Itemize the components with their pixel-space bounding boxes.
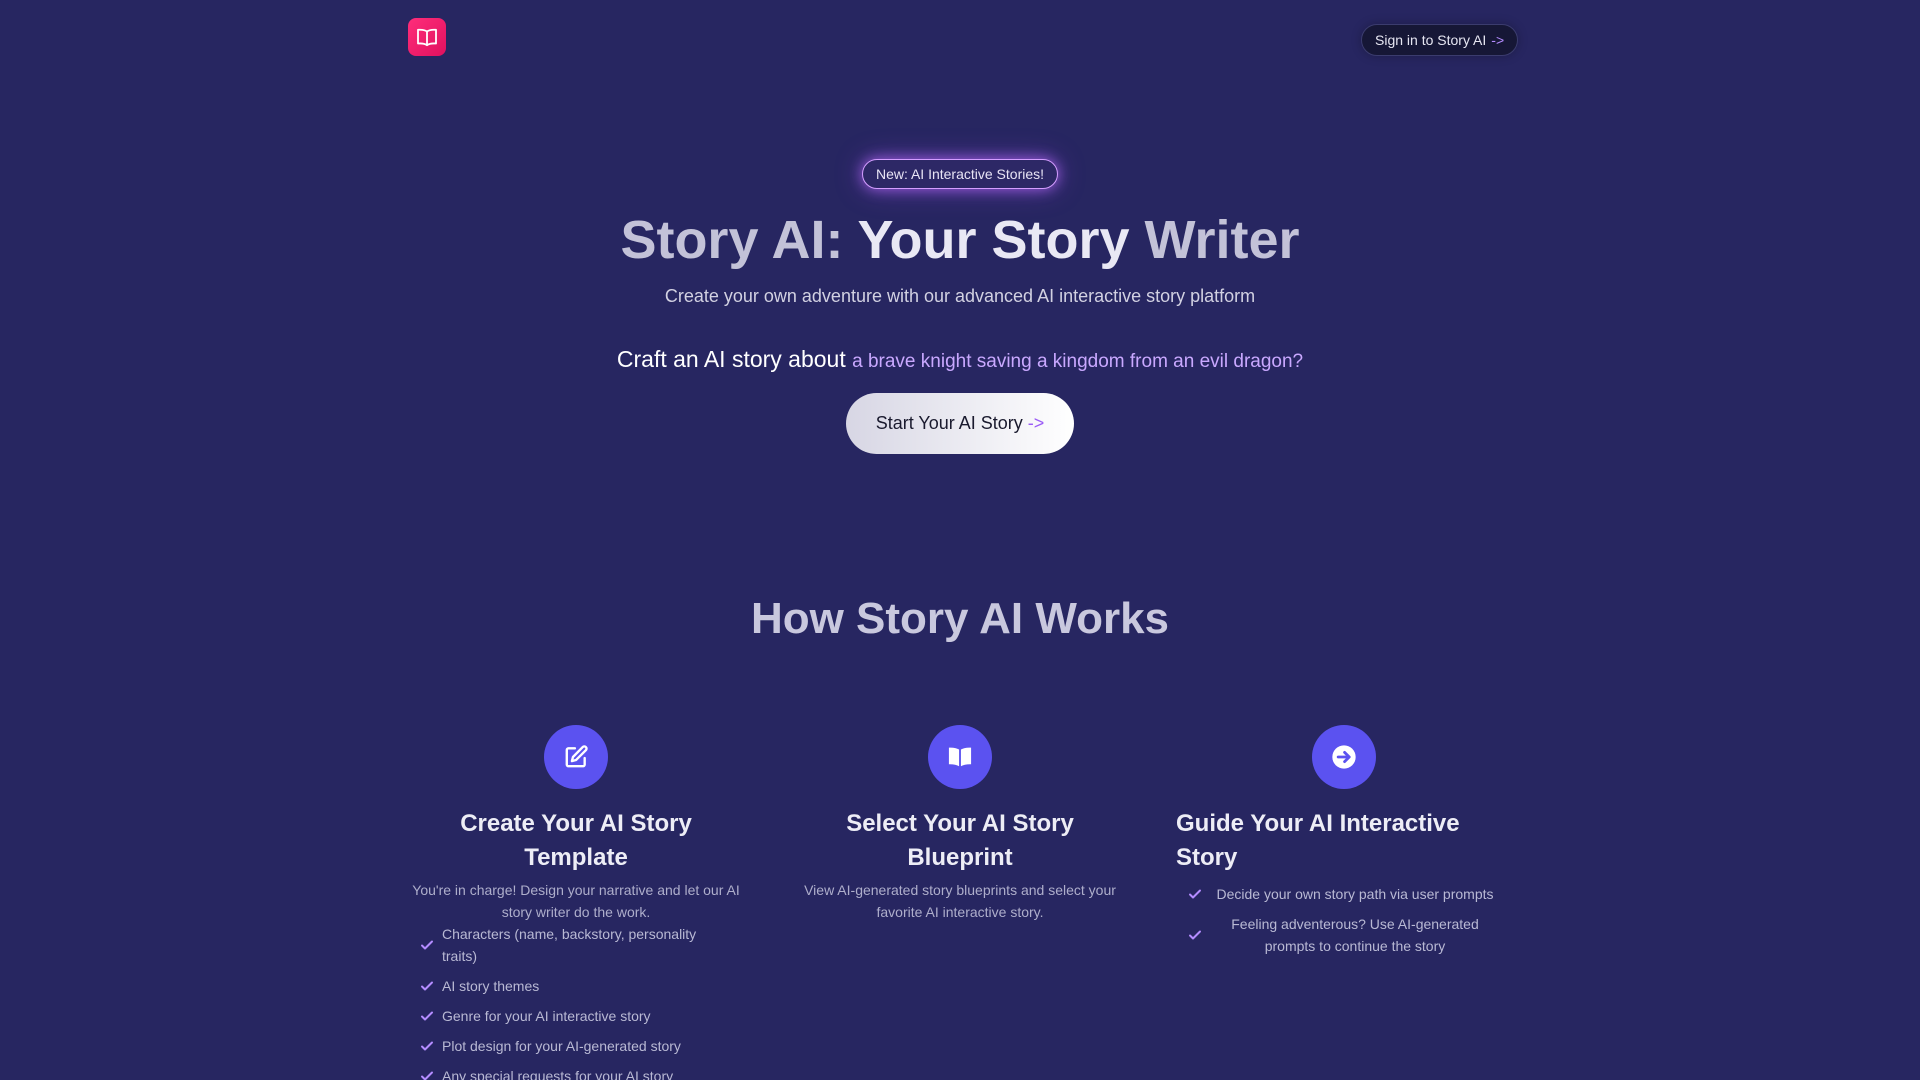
craft-prompt: Craft an AI story about a brave knight s… [0, 346, 1920, 373]
open-book-icon [417, 28, 437, 47]
how-it-works-title: How Story AI Works [750, 594, 1170, 643]
badge-row: New: AI Interactive Stories! [0, 159, 1920, 189]
step-create-template: Create Your AI Story Template You're in … [408, 725, 744, 1080]
feature-list: Characters (name, backstory, personality… [408, 923, 744, 1080]
list-item: Characters (name, backstory, personality… [408, 923, 744, 967]
start-story-label: Start Your AI Story [875, 413, 1023, 433]
list-item: Any special requests for your AI story [408, 1065, 744, 1080]
list-item: Decide your own story path via user prom… [1176, 883, 1512, 905]
logo[interactable] [408, 18, 446, 56]
check-icon [420, 1009, 434, 1023]
start-story-button[interactable]: Start Your AI Story -> [846, 393, 1074, 454]
list-item: Feeling adventerous? Use AI-generated pr… [1176, 913, 1512, 957]
step-select-blueprint: Select Your AI Story Blueprint View AI-g… [792, 725, 1128, 923]
step-icon-circle [544, 725, 608, 789]
craft-prefix: Craft an AI story about [616, 346, 846, 372]
list-item-text: Decide your own story path via user prom… [1216, 886, 1494, 902]
list-item-text: Characters (name, backstory, personality… [442, 926, 697, 964]
step-title: Guide Your AI Interactive Story [1176, 810, 1460, 871]
craft-topic: a brave knight saving a kingdom from an … [852, 351, 1304, 372]
check-icon [420, 938, 434, 952]
edit-square-icon [565, 745, 588, 768]
step-description: You're in charge! Design your narrative … [412, 882, 740, 920]
new-feature-badge: New: AI Interactive Stories! [861, 159, 1059, 189]
check-icon [420, 1039, 434, 1053]
list-item: Plot design for your AI-generated story [408, 1035, 744, 1057]
check-icon [1188, 928, 1202, 942]
open-book-icon [948, 747, 972, 767]
step-description: View AI-generated story blueprints and s… [804, 882, 1116, 920]
landing-page: Sign in to Story AI -> New: AI Interacti… [0, 0, 1920, 1080]
check-icon [1188, 887, 1202, 901]
arrow-right-icon: -> [1027, 413, 1045, 433]
step-guide-story: Guide Your AI Interactive Story Decide y… [1176, 725, 1512, 965]
feature-list: Decide your own story path via user prom… [1176, 883, 1512, 957]
hero-subtitle: Create your own adventure with our advan… [664, 286, 1256, 306]
list-item: AI story themes [408, 975, 744, 997]
list-item-text: Genre for your AI interactive story [442, 1008, 651, 1024]
list-item-text: Feeling adventerous? Use AI-generated pr… [1231, 916, 1479, 954]
step-icon-circle [928, 725, 992, 789]
arrow-right-icon: -> [1491, 32, 1505, 48]
step-title: Select Your AI Story Blueprint [846, 810, 1074, 871]
page-title: Story AI: Your Story Writer [0, 208, 1920, 272]
list-item-text: Plot design for your AI-generated story [442, 1038, 681, 1054]
check-icon [420, 979, 434, 993]
step-icon-circle [1312, 725, 1376, 789]
list-item-text: Any special requests for your AI story [442, 1068, 674, 1080]
arrow-right-circle-icon [1332, 745, 1356, 769]
sign-in-button[interactable]: Sign in to Story AI -> [1361, 24, 1519, 56]
list-item-text: AI story themes [442, 978, 540, 994]
sign-in-label: Sign in to Story AI [1375, 32, 1487, 48]
check-icon [420, 1069, 434, 1080]
list-item: Genre for your AI interactive story [408, 1005, 744, 1027]
step-title: Create Your AI Story Template [460, 810, 692, 871]
title-part-1: Story AI: [620, 210, 858, 270]
title-part-3: Writer [1129, 210, 1300, 270]
title-part-2: Your Story [857, 210, 1130, 270]
